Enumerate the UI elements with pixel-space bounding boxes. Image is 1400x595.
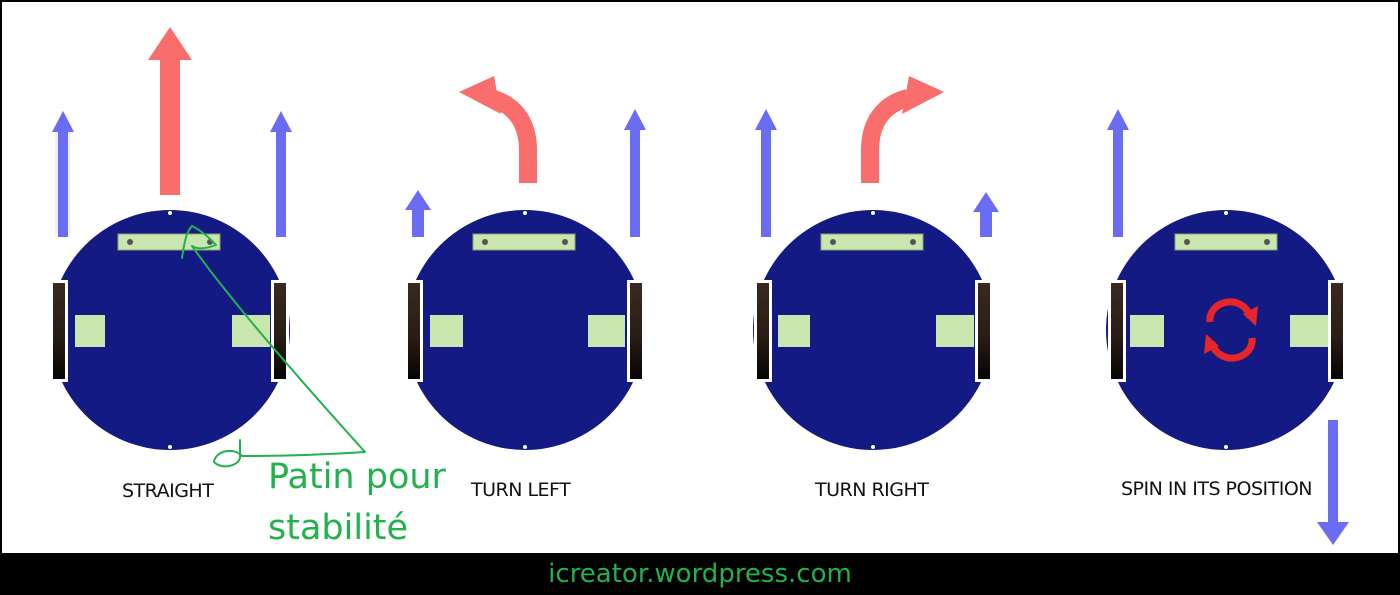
- screw: [562, 239, 568, 245]
- dot: [871, 445, 875, 449]
- wheel-arrow-up: [1107, 109, 1129, 237]
- label-straight: STRAIGHT: [122, 480, 214, 502]
- direction-arrow-right-shaft: [861, 89, 911, 183]
- screw: [1264, 239, 1270, 245]
- wheel-right: [1331, 283, 1343, 379]
- wheel-left: [53, 283, 65, 379]
- label-spin: SPIN IN ITS POSITION: [1121, 478, 1313, 500]
- motor-right: [588, 315, 625, 347]
- wheel-left: [408, 283, 420, 379]
- diagram-canvas: [50, 27, 1349, 545]
- wheel-right: [630, 283, 642, 379]
- robot-straight: [50, 27, 292, 450]
- wheel-arrow-up: [755, 109, 777, 237]
- caster-plate: [1174, 233, 1278, 251]
- motor-right: [1290, 315, 1328, 347]
- wheel-arrow-up: [624, 109, 646, 237]
- motor-right: [232, 315, 270, 347]
- wheel-right: [274, 283, 286, 379]
- dot: [523, 445, 527, 449]
- direction-arrow-straight: [148, 27, 192, 195]
- annotation-line-1: Patin pour: [268, 457, 446, 497]
- annotation-text: Patin pour stabilité: [268, 452, 446, 554]
- robot-turn-right: [753, 76, 999, 450]
- screw: [910, 239, 916, 245]
- caster-plate: [820, 233, 924, 251]
- caster-plate: [472, 233, 576, 251]
- label-turn-left: TURN LEFT: [471, 479, 571, 501]
- wheel-right: [978, 283, 990, 379]
- annotation-line-2: stabilité: [268, 508, 409, 548]
- screw: [1184, 239, 1190, 245]
- screw: [127, 239, 133, 245]
- dot: [523, 211, 527, 215]
- motor-left: [1130, 315, 1164, 347]
- wheel-arrow-short: [405, 190, 431, 237]
- direction-arrow-right-head: [902, 76, 944, 114]
- footer-url: icreator.wordpress.com: [548, 559, 852, 589]
- dot: [1224, 445, 1228, 449]
- robot-turn-left: [405, 76, 646, 450]
- diagram-stage: STRAIGHT TURN LEFT TURN RIGHT SPIN IN IT…: [0, 0, 1400, 595]
- motor-left: [778, 315, 810, 347]
- motor-left: [75, 315, 105, 347]
- wheel-left: [757, 283, 769, 379]
- motor-left: [430, 315, 463, 347]
- dot: [168, 211, 172, 215]
- wheel-left: [1111, 283, 1123, 379]
- footer-bar: icreator.wordpress.com: [0, 553, 1400, 595]
- wheel-arrow-down: [1317, 420, 1349, 545]
- screw: [482, 239, 488, 245]
- wheel-arrow-up: [270, 111, 292, 237]
- direction-arrow-left-head: [459, 76, 501, 114]
- screw: [830, 239, 836, 245]
- motor-right: [936, 315, 974, 347]
- dot: [168, 445, 172, 449]
- wheel-arrow-short: [973, 192, 999, 237]
- dot: [1224, 211, 1228, 215]
- label-turn-right: TURN RIGHT: [815, 479, 929, 501]
- dot: [871, 211, 875, 215]
